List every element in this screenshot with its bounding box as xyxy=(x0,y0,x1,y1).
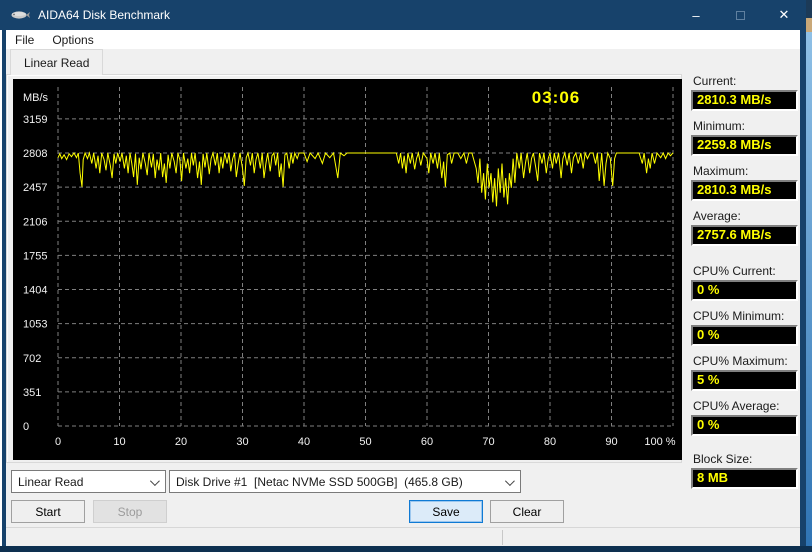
y-tick-label: 1404 xyxy=(23,285,47,297)
stat-average: Average: 2757.6 MB/s xyxy=(691,209,798,246)
y-tick-label: 2457 xyxy=(23,182,47,194)
y-tick-label: 351 xyxy=(23,387,41,399)
maximize-button xyxy=(718,0,762,30)
menu-file[interactable]: File xyxy=(6,31,43,49)
menu-bar: File Options xyxy=(6,30,800,49)
y-tick-label: 2106 xyxy=(23,216,47,228)
start-button[interactable]: Start xyxy=(11,500,85,523)
y-axis-unit-label: MB/s xyxy=(23,92,49,104)
stop-button: Stop xyxy=(93,500,167,523)
y-tick-label: 2808 xyxy=(23,148,47,160)
window-title: AIDA64 Disk Benchmark xyxy=(38,8,171,22)
status-bar xyxy=(6,527,800,546)
stats-panel: Current: 2810.3 MB/s Minimum: 2259.8 MB/… xyxy=(691,74,798,497)
x-tick-label: 90 xyxy=(605,436,617,448)
x-tick-label: 50 xyxy=(359,436,371,448)
stat-value-box: 2810.3 MB/s xyxy=(691,180,798,201)
tab-page: MB/s 0 351 702 1053 1404 1755 2106 2457 2808 3159 0… xyxy=(6,74,682,463)
x-tick-label: 60 xyxy=(421,436,433,448)
chevron-down-icon xyxy=(149,476,160,487)
stat-label: CPU% Minimum: xyxy=(693,309,785,323)
stat-value-box: 8 MB xyxy=(691,468,798,489)
y-tick-label: 0 xyxy=(23,421,29,433)
x-tick-label: 20 xyxy=(175,436,187,448)
stat-value-box: 2259.8 MB/s xyxy=(691,135,798,156)
stat-label: Maximum: xyxy=(693,164,749,178)
stat-value-box: 5 % xyxy=(691,370,798,391)
y-tick-label: 702 xyxy=(23,353,41,365)
stat-current: Current: 2810.3 MB/s xyxy=(691,74,798,111)
maximize-icon xyxy=(735,10,745,20)
drive-select[interactable]: Disk Drive #1 [Netac NVMe SSD 500GB] (46… xyxy=(169,470,521,493)
y-tick-label: 1755 xyxy=(23,250,47,262)
stat-label: CPU% Maximum: xyxy=(693,354,788,368)
aida64-fish-icon xyxy=(10,9,30,21)
stat-label: Average: xyxy=(693,209,741,223)
minimize-button[interactable]: – xyxy=(674,0,718,30)
aida64-disk-benchmark-window: AIDA64 Disk Benchmark – ✕ File Options L… xyxy=(0,0,812,552)
stat-value-box: 0 % xyxy=(691,280,798,301)
stat-cpu-minimum: CPU% Minimum: 0 % xyxy=(691,309,798,346)
stat-label: Block Size: xyxy=(693,452,753,466)
benchmark-type-value: Linear Read xyxy=(18,474,84,489)
benchmark-type-select[interactable]: Linear Read xyxy=(11,470,166,493)
x-tick-label: 80 xyxy=(544,436,556,448)
stat-value-box: 2810.3 MB/s xyxy=(691,90,798,111)
x-tick-label: 30 xyxy=(236,436,248,448)
x-tick-label: 0 xyxy=(55,436,61,448)
status-bar-divider xyxy=(502,530,503,545)
close-button[interactable]: ✕ xyxy=(762,0,806,30)
y-tick-label: 1053 xyxy=(23,319,47,331)
stat-value-box: 0 % xyxy=(691,415,798,436)
chevron-down-icon xyxy=(504,476,515,487)
x-tick-label: 100 % xyxy=(644,436,675,448)
stat-minimum: Minimum: 2259.8 MB/s xyxy=(691,119,798,156)
stat-block-size: Block Size: 8 MB xyxy=(691,452,798,489)
x-tick-label: 10 xyxy=(113,436,125,448)
desktop-background xyxy=(806,0,812,546)
stat-label: CPU% Average: xyxy=(693,399,780,413)
save-button[interactable]: Save xyxy=(409,500,483,523)
stat-label: Minimum: xyxy=(693,119,746,133)
title-bar[interactable]: AIDA64 Disk Benchmark – ✕ xyxy=(0,0,806,30)
menu-options[interactable]: Options xyxy=(43,31,102,49)
drive-select-value: Disk Drive #1 [Netac NVMe SSD 500GB] (46… xyxy=(176,474,463,489)
x-tick-label: 70 xyxy=(482,436,494,448)
stat-value-box: 2757.6 MB/s xyxy=(691,225,798,246)
stat-label: CPU% Current: xyxy=(693,264,776,278)
stat-cpu-maximum: CPU% Maximum: 5 % xyxy=(691,354,798,391)
stat-cpu-current: CPU% Current: 0 % xyxy=(691,264,798,301)
clear-button[interactable]: Clear xyxy=(490,500,564,523)
tab-linear-read[interactable]: Linear Read xyxy=(10,49,104,75)
client-area: File Options Linear Read MB/s 0 351 702 1053… xyxy=(6,30,800,546)
tab-label: Linear Read xyxy=(24,55,90,70)
stat-label: Current: xyxy=(693,74,737,88)
y-tick-label: 3159 xyxy=(23,114,47,126)
stat-value-box: 0 % xyxy=(691,325,798,346)
x-tick-label: 40 xyxy=(298,436,310,448)
benchmark-chart: MB/s 0 351 702 1053 1404 1755 2106 2457 2808 3159 0… xyxy=(13,79,682,460)
stat-maximum: Maximum: 2810.3 MB/s xyxy=(691,164,798,201)
stat-cpu-average: CPU% Average: 0 % xyxy=(691,399,798,436)
window-border-bottom xyxy=(0,546,812,552)
